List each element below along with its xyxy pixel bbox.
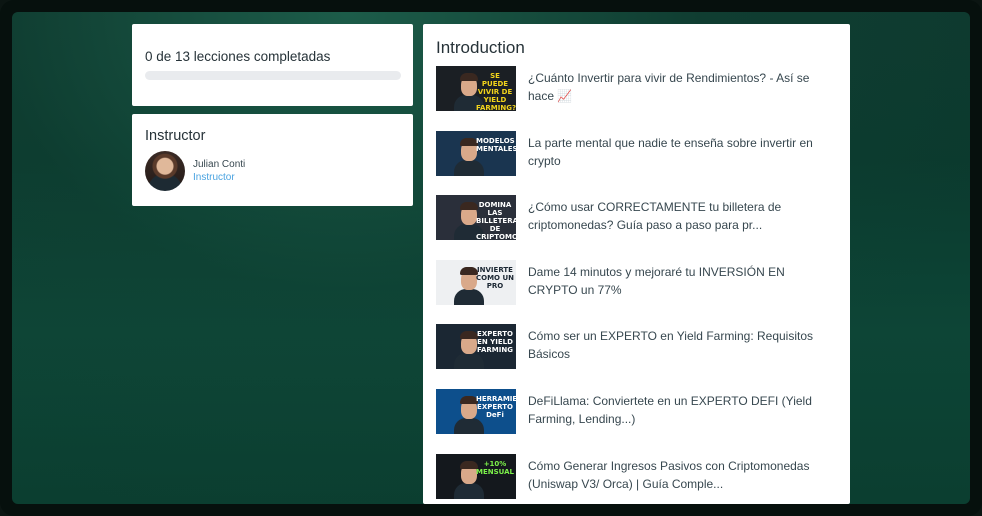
lesson-item[interactable]: MODELOS MENTALES La parte mental que nadi…	[436, 130, 841, 177]
instructor-role: Instructor	[193, 172, 235, 183]
thumbnail-caption: INVIERTE COMO UN PRO	[476, 265, 514, 290]
progress-bar	[145, 71, 401, 80]
lesson-thumbnail[interactable]: HERRAMIENTA EXPERTO DeFi	[436, 389, 516, 434]
thumbnail-caption: SE PUEDE VIVIR DE YIELD FARMING?	[476, 72, 516, 111]
lesson-item[interactable]: EXPERTO EN YIELD FARMING Cómo ser un EXPE…	[436, 324, 841, 370]
lesson-item[interactable]: INVIERTE COMO UN PRO Dame 14 minutos y me…	[436, 259, 841, 306]
instructor-heading: Instructor	[145, 128, 206, 144]
lesson-item[interactable]: HERRAMIENTA EXPERTO DeFi DeFiLlama: Convi…	[436, 389, 841, 435]
lesson-title[interactable]: DeFiLlama: Conviertete en un EXPERTO DEF…	[528, 392, 828, 428]
instructor-avatar[interactable]	[145, 151, 185, 191]
thumbnail-caption: DOMINA LAS BILLETERAS DE CRIPTOMONEDAS	[476, 201, 516, 241]
thumbnail-caption: EXPERTO EN YIELD FARMING	[477, 330, 513, 355]
lesson-item[interactable]: DOMINA LAS BILLETERAS DE CRIPTOMONEDAS ¿C…	[436, 195, 841, 241]
lesson-thumbnail[interactable]: +10% MENSUAL	[436, 453, 516, 499]
thumbnail-caption: HERRAMIENTA EXPERTO DeFi	[476, 395, 516, 419]
lessons-card: Introduction SE PUEDE VIVIR DE YIELD FAR…	[423, 24, 850, 504]
thumbnail-caption: +10% MENSUAL	[476, 459, 514, 476]
thumbnail-person-body	[454, 418, 484, 434]
lesson-thumbnail[interactable]: INVIERTE COMO UN PRO	[436, 259, 516, 305]
window-frame: 0 de 13 lecciones completadas Instructor…	[0, 0, 982, 516]
lesson-title[interactable]: Cómo Generar Ingresos Pasivos con Cripto…	[528, 457, 828, 493]
lesson-thumbnail[interactable]: SE PUEDE VIVIR DE YIELD FARMING?	[436, 66, 516, 111]
lesson-title[interactable]: Cómo ser un EXPERTO en Yield Farming: Re…	[528, 327, 828, 363]
lesson-thumbnail[interactable]: DOMINA LAS BILLETERAS DE CRIPTOMONEDAS	[436, 195, 516, 241]
progress-label: 0 de 13 lecciones completadas	[145, 49, 331, 64]
instructor-card: Instructor Julian Conti Instructor	[132, 114, 413, 206]
lesson-title[interactable]: ¿Cuánto Invertir para vivir de Rendimien…	[528, 69, 828, 105]
thumbnail-caption: MODELOS MENTALES	[476, 136, 516, 153]
lesson-item[interactable]: SE PUEDE VIVIR DE YIELD FARMING? ¿Cuánto …	[436, 66, 841, 112]
instructor-name[interactable]: Julian Conti	[193, 159, 245, 170]
lesson-title[interactable]: ¿Cómo usar CORRECTAMENTE tu billetera de…	[528, 198, 828, 234]
progress-card: 0 de 13 lecciones completadas	[132, 24, 413, 106]
thumbnail-person-body	[454, 159, 484, 176]
thumbnail-person-body	[454, 482, 484, 499]
lesson-thumbnail[interactable]: EXPERTO EN YIELD FARMING	[436, 324, 516, 370]
course-page: 0 de 13 lecciones completadas Instructor…	[12, 12, 970, 504]
section-title: Introduction	[436, 38, 525, 57]
thumbnail-person-body	[454, 353, 484, 370]
lesson-title[interactable]: La parte mental que nadie te enseña sobr…	[528, 134, 828, 170]
thumbnail-person-body	[454, 288, 484, 305]
lesson-item[interactable]: +10% MENSUAL Cómo Generar Ingresos Pasivo…	[436, 453, 841, 500]
lesson-title[interactable]: Dame 14 minutos y mejoraré tu INVERSIÓN …	[528, 263, 828, 299]
lesson-thumbnail[interactable]: MODELOS MENTALES	[436, 130, 516, 176]
